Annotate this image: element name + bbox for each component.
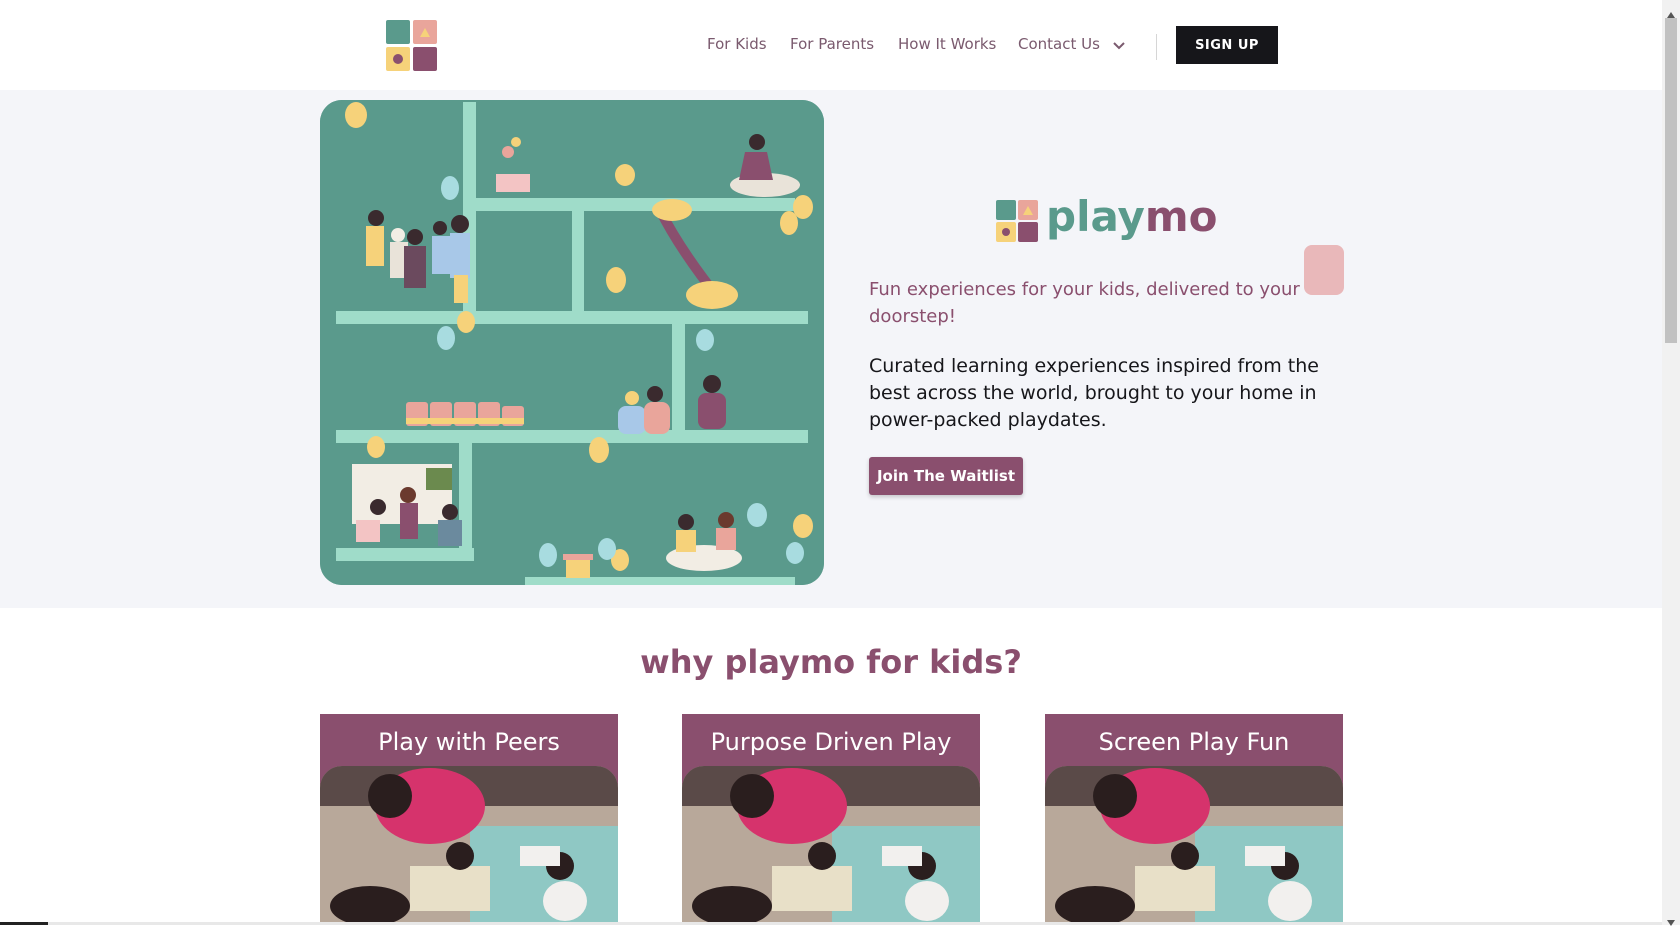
hero-tagline: Fun experiences for your kids, delivered… bbox=[869, 279, 1300, 327]
scroll-down-arrow-icon[interactable] bbox=[1666, 912, 1676, 931]
sign-up-button[interactable]: SIGN UP bbox=[1176, 26, 1278, 64]
card-photo bbox=[1045, 766, 1343, 925]
hero-section bbox=[0, 90, 1662, 608]
join-waitlist-button[interactable]: Join The Waitlist bbox=[869, 457, 1023, 495]
hero-description: Curated learning experiences inspired fr… bbox=[869, 355, 1319, 431]
card-title: Play with Peers bbox=[378, 728, 560, 756]
playmo-logo-icon[interactable] bbox=[386, 20, 438, 72]
feature-card-screen-play-fun[interactable]: Screen Play Fun bbox=[1045, 714, 1343, 925]
nav-contact-us[interactable]: Contact Us bbox=[1018, 35, 1125, 54]
nav-how-it-works[interactable]: How It Works bbox=[898, 35, 996, 53]
feature-card-play-with-peers[interactable]: Play with Peers bbox=[320, 714, 618, 925]
nav-divider bbox=[1156, 34, 1157, 60]
playmo-brand-logo: playmo bbox=[996, 192, 1222, 246]
brand-wordmark-play: play bbox=[1046, 192, 1145, 241]
nav-for-parents[interactable]: For Parents bbox=[790, 35, 874, 53]
decorative-pink-block bbox=[1304, 245, 1344, 295]
card-title: Purpose Driven Play bbox=[710, 728, 952, 756]
site-header: For Kids For Parents How It Works Contac… bbox=[0, 0, 1662, 90]
brand-wordmark-mo: mo bbox=[1144, 192, 1218, 241]
nav-contact-us-label: Contact Us bbox=[1018, 35, 1100, 53]
hero-illustration bbox=[320, 100, 824, 585]
card-photo bbox=[320, 766, 618, 925]
nav-for-kids[interactable]: For Kids bbox=[707, 35, 767, 53]
section-title: why playmo for kids? bbox=[640, 643, 1022, 681]
feature-card-purpose-driven-play[interactable]: Purpose Driven Play bbox=[682, 714, 980, 925]
scroll-up-arrow-icon[interactable] bbox=[1666, 4, 1676, 23]
chevron-down-icon bbox=[1112, 36, 1125, 54]
scrollbar-thumb[interactable] bbox=[1665, 18, 1677, 343]
card-photo bbox=[682, 766, 980, 925]
card-title: Screen Play Fun bbox=[1098, 728, 1290, 756]
